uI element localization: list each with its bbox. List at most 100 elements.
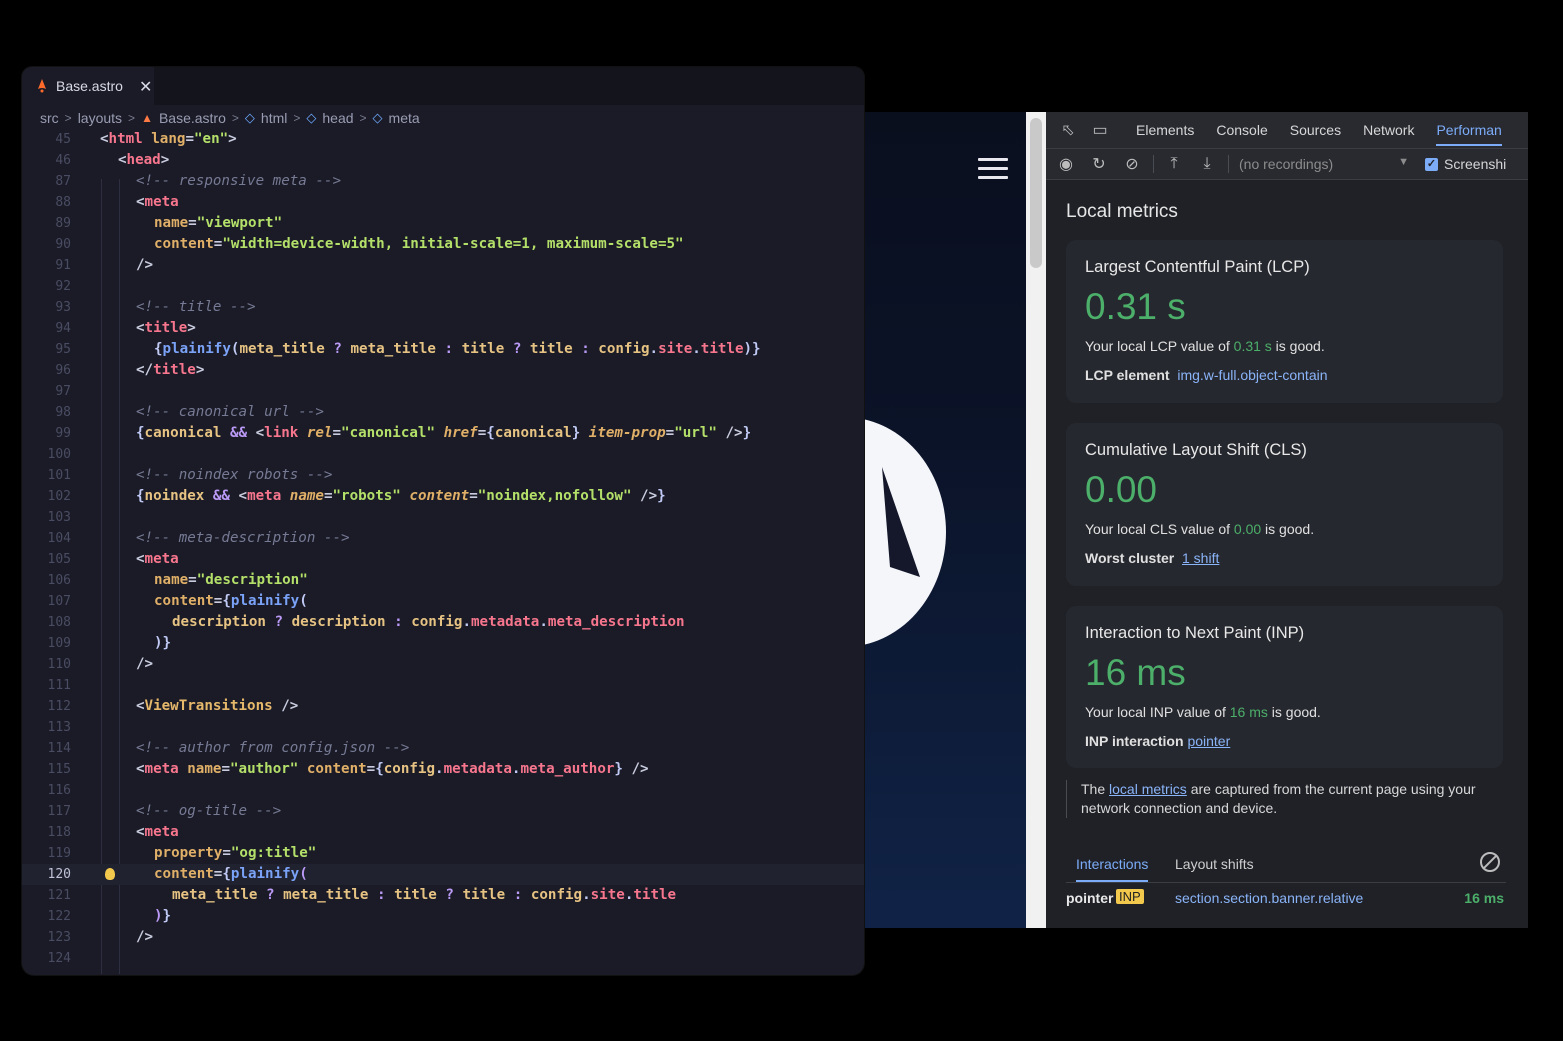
code-line[interactable]: 100	[22, 444, 864, 465]
code-line[interactable]: 97	[22, 381, 864, 402]
breadcrumb-base-astro[interactable]: Base.astro	[159, 110, 226, 126]
line-number: 114	[47, 741, 71, 756]
reload-icon[interactable]: ↻	[1086, 151, 1112, 177]
code-line[interactable]: 96 </title>	[22, 360, 864, 381]
code-line[interactable]: 103	[22, 507, 864, 528]
code-line[interactable]: 112 <ViewTransitions />	[22, 696, 864, 717]
line-number: 117	[47, 804, 71, 819]
line-number: 107	[47, 594, 71, 609]
hamburger-menu-icon[interactable]	[978, 158, 1008, 180]
recordings-select[interactable]: (no recordings) ▼	[1239, 156, 1409, 172]
lcp-element-link[interactable]: img.w-full.object-contain	[1177, 367, 1327, 383]
code-line[interactable]: 94 <title>	[22, 318, 864, 339]
code-line[interactable]: 124	[22, 948, 864, 969]
tab-elements[interactable]: Elements	[1136, 122, 1194, 138]
inp-interaction-link[interactable]: pointer	[1187, 733, 1230, 749]
lightbulb-icon[interactable]	[105, 868, 115, 880]
code-line[interactable]: 111	[22, 675, 864, 696]
code-line[interactable]: 87 <!-- responsive meta -->	[22, 171, 864, 192]
line-number: 105	[47, 552, 71, 567]
code-line[interactable]: 121 meta_title ? meta_title : title ? tit…	[22, 885, 864, 906]
code-line[interactable]: 89 name="viewport"	[22, 213, 864, 234]
code-line[interactable]: 110 />	[22, 654, 864, 675]
code-text: property="og:title"	[154, 845, 317, 861]
code-text: <!-- author from config.json -->	[136, 740, 410, 756]
breadcrumb-layouts[interactable]: layouts	[78, 110, 122, 126]
code-line[interactable]: 99 {canonical && <link rel="canonical" hr…	[22, 423, 864, 444]
code-line[interactable]: 102 {noindex && <meta name="robots" conte…	[22, 486, 864, 507]
desc-text: Your local INP value of	[1085, 704, 1230, 720]
desc-text: Your local CLS value of	[1085, 521, 1234, 537]
tab-interactions[interactable]: Interactions	[1076, 856, 1149, 882]
line-number: 97	[55, 384, 71, 399]
tab-layout-shifts[interactable]: Layout shifts	[1175, 856, 1254, 872]
browser-viewport	[862, 112, 1028, 928]
tab-network[interactable]: Network	[1363, 122, 1414, 138]
code-line[interactable]: 123 />	[22, 927, 864, 948]
code-line[interactable]: 95 {plainify(meta_title ? meta_title : ti…	[22, 339, 864, 360]
code-line[interactable]: 122)}	[22, 906, 864, 927]
breadcrumb-head[interactable]: head	[322, 110, 353, 126]
line-number: 94	[55, 321, 71, 336]
code-text: {noindex && <meta name="robots" content=…	[136, 488, 666, 504]
card-detail: LCP element img.w-full.object-contain	[1085, 367, 1328, 383]
upload-icon[interactable]: ⤒	[1161, 151, 1187, 177]
screenshots-checkbox[interactable]: ✓	[1425, 157, 1438, 171]
tab-console[interactable]: Console	[1216, 122, 1267, 138]
tab-sources[interactable]: Sources	[1290, 122, 1341, 138]
code-line[interactable]: 114 <!-- author from config.json -->	[22, 738, 864, 759]
line-number: 118	[47, 825, 71, 840]
line-number: 110	[47, 657, 71, 672]
interaction-target-link[interactable]: section.section.banner.relative	[1175, 890, 1363, 906]
code-line[interactable]: 90 content="width=device-width, initial-s…	[22, 234, 864, 255]
code-line[interactable]: 46 <head>	[22, 150, 864, 171]
code-line[interactable]: 107 content={plainify(	[22, 591, 864, 612]
interaction-row[interactable]: pointer INP section.section.banner.relat…	[1066, 886, 1506, 912]
clear-icon[interactable]: ⊘	[1119, 151, 1145, 177]
code-line[interactable]: 109)}	[22, 633, 864, 654]
local-metrics-link[interactable]: local metrics	[1109, 781, 1187, 797]
code-text: <title>	[136, 320, 196, 336]
code-line[interactable]: 45 <html lang="en">	[22, 129, 864, 150]
close-icon[interactable]: ✕	[139, 77, 152, 96]
record-icon[interactable]: ◉	[1053, 151, 1079, 177]
device-toolbar-icon[interactable]: ▭	[1086, 119, 1114, 141]
code-text: </title>	[136, 362, 205, 378]
code-line[interactable]: 113	[22, 717, 864, 738]
code-line[interactable]: 98 <!-- canonical url -->	[22, 402, 864, 423]
inspect-element-icon[interactable]: ⬁	[1054, 119, 1082, 141]
code-line[interactable]: 120 content={plainify(	[22, 864, 864, 885]
code-line[interactable]: 117 <!-- og-title -->	[22, 801, 864, 822]
clear-log-icon[interactable]	[1480, 852, 1500, 872]
code-line[interactable]: 115 <meta name="author" content={config.m…	[22, 759, 864, 780]
code-line[interactable]: 106 name="description"	[22, 570, 864, 591]
line-number: 113	[47, 720, 71, 735]
code-text: <!-- meta-description -->	[136, 530, 350, 546]
code-line[interactable]: 92	[22, 276, 864, 297]
inp-badge: INP	[1116, 889, 1144, 904]
code-line[interactable]: 104 <!-- meta-description -->	[22, 528, 864, 549]
scrollbar-thumb[interactable]	[1030, 118, 1042, 268]
cls-card: Cumulative Layout Shift (CLS) 0.00 Your …	[1066, 423, 1503, 586]
code-line[interactable]: 101 <!-- noindex robots -->	[22, 465, 864, 486]
code-line[interactable]: 119 property="og:title"	[22, 843, 864, 864]
code-line[interactable]: 108 description ? description : config.me…	[22, 612, 864, 633]
breadcrumb-src[interactable]: src	[40, 110, 59, 126]
worst-cluster-link[interactable]: 1 shift	[1182, 550, 1219, 566]
tab-performance[interactable]: Performan	[1436, 122, 1502, 146]
download-icon[interactable]: ⤓	[1194, 151, 1220, 177]
breadcrumb-meta[interactable]: meta	[389, 110, 420, 126]
code-line[interactable]: 118 <meta	[22, 822, 864, 843]
breadcrumb-html[interactable]: html	[261, 110, 287, 126]
line-number: 112	[47, 699, 71, 714]
code-line[interactable]: 91 />	[22, 255, 864, 276]
symbol-element-icon: ◇	[306, 110, 317, 125]
code-line[interactable]: 93 <!-- title -->	[22, 297, 864, 318]
browser-scrollbar[interactable]	[1026, 112, 1046, 928]
line-number: 119	[47, 846, 71, 861]
tab-base-astro[interactable]: Base.astro ✕	[22, 67, 154, 105]
code-line[interactable]: 105 <meta	[22, 549, 864, 570]
code-line[interactable]: 88 <meta	[22, 192, 864, 213]
code-line[interactable]: 116	[22, 780, 864, 801]
code-area[interactable]: 45 <html lang="en"> 46 <head> 87 <!-- respons…	[22, 129, 864, 969]
